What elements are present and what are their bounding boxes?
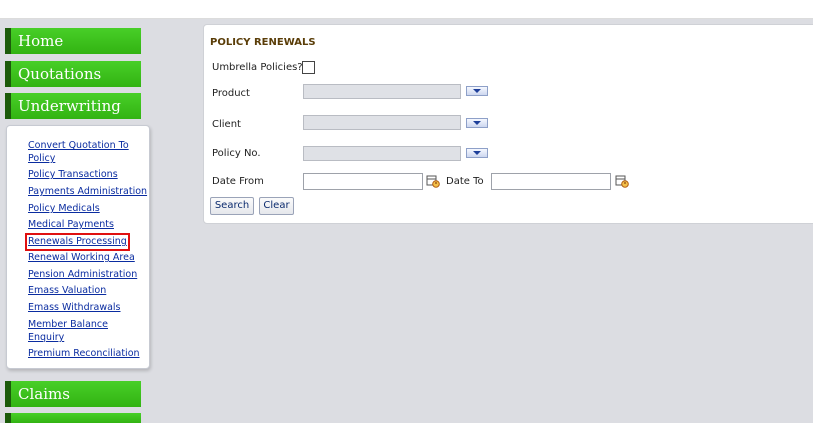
submenu-renewal-working-area[interactable]: Renewal Working Area bbox=[28, 252, 135, 264]
submenu-convert-quotation-policy[interactable]: Policy bbox=[28, 153, 55, 165]
policy-renewals-panel: POLICY RENEWALS Umbrella Policies? Produ… bbox=[203, 24, 813, 224]
submenu-policy-medicals[interactable]: Policy Medicals bbox=[28, 203, 100, 215]
client-field[interactable] bbox=[303, 115, 461, 130]
date-to-calendar-icon[interactable] bbox=[615, 174, 629, 188]
client-dropdown-icon[interactable] bbox=[466, 118, 488, 128]
product-field[interactable] bbox=[303, 84, 461, 99]
client-label: Client bbox=[212, 119, 241, 130]
menu-quotations[interactable]: Quotations bbox=[5, 61, 141, 87]
top-band bbox=[0, 0, 813, 19]
menu-home[interactable]: Home bbox=[5, 28, 141, 54]
submenu-emass-withdrawals[interactable]: Emass Withdrawals bbox=[28, 302, 121, 314]
product-dropdown-icon[interactable] bbox=[466, 86, 488, 96]
menu-next-partial[interactable] bbox=[5, 413, 141, 423]
date-from-calendar-icon[interactable] bbox=[426, 174, 440, 188]
product-label: Product bbox=[212, 88, 250, 99]
menu-underwriting[interactable]: Underwriting bbox=[5, 93, 141, 119]
panel-title: POLICY RENEWALS bbox=[210, 37, 316, 48]
menu-claims[interactable]: Claims bbox=[5, 381, 141, 407]
umbrella-checkbox[interactable] bbox=[302, 61, 315, 74]
date-from-label: Date From bbox=[212, 176, 264, 187]
date-to-input[interactable] bbox=[491, 173, 611, 190]
date-from-input[interactable] bbox=[303, 173, 423, 190]
submenu-policy-transactions[interactable]: Policy Transactions bbox=[28, 169, 118, 181]
policy-no-label: Policy No. bbox=[212, 148, 261, 159]
date-to-label: Date To bbox=[446, 176, 484, 187]
umbrella-label: Umbrella Policies? bbox=[212, 62, 303, 73]
submenu-pension-administration[interactable]: Pension Administration bbox=[28, 269, 137, 281]
submenu-premium-reconciliation[interactable]: Premium Reconciliation bbox=[28, 348, 140, 360]
policy-no-dropdown-icon[interactable] bbox=[466, 148, 488, 158]
submenu-convert-quotation[interactable]: Convert Quotation To bbox=[28, 140, 129, 152]
submenu-renewals-processing[interactable]: Renewals Processing bbox=[25, 233, 130, 251]
submenu-member-balance[interactable]: Member Balance bbox=[28, 319, 108, 331]
underwriting-submenu: Convert Quotation To Policy Policy Trans… bbox=[6, 125, 150, 369]
submenu-medical-payments[interactable]: Medical Payments bbox=[28, 219, 114, 231]
clear-button[interactable]: Clear bbox=[259, 197, 294, 215]
search-button[interactable]: Search bbox=[210, 197, 254, 215]
submenu-emass-valuation[interactable]: Emass Valuation bbox=[28, 285, 106, 297]
submenu-member-balance-enquiry[interactable]: Enquiry bbox=[28, 332, 64, 344]
submenu-payments-administration[interactable]: Payments Administration bbox=[28, 186, 147, 198]
policy-no-field[interactable] bbox=[303, 146, 461, 161]
